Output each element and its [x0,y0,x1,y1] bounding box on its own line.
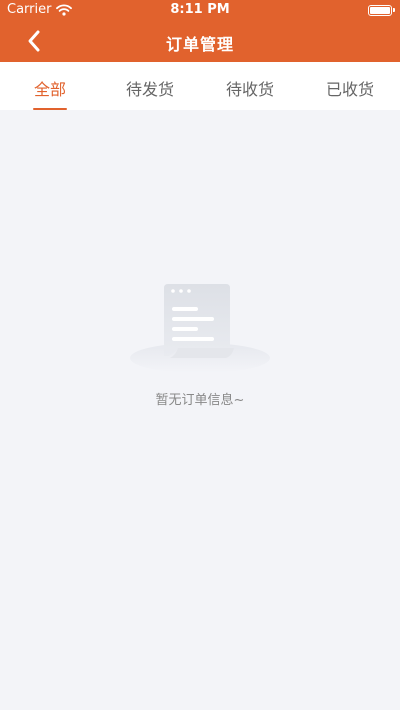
tab-label: 待发货 [125,80,174,99]
tab-received[interactable]: 已收货 [300,62,400,110]
empty-document-icon [130,284,270,373]
navigation-bar: 订单管理 [0,20,400,62]
tab-all[interactable]: 全部 [0,62,100,110]
status-bar: Carrier 8:11 PM [0,0,400,20]
status-time: 8:11 PM [170,2,230,17]
tab-pending-receipt[interactable]: 待收货 [200,62,300,110]
app-header: Carrier 8:11 PM 订单管理 [0,0,400,62]
empty-message: 暂无订单信息~ [155,393,245,408]
battery-icon [368,5,395,16]
tab-active-indicator [33,108,67,110]
tab-pending-shipment[interactable]: 待发货 [100,62,200,110]
tab-label: 待收货 [225,80,274,99]
page-title: 订单管理 [165,35,234,54]
tab-label: 已收货 [325,80,374,99]
order-tabs: 全部 待发货 待收货 已收货 [0,62,400,110]
empty-state: 暂无订单信息~ [0,280,400,408]
tab-label: 全部 [33,80,66,99]
